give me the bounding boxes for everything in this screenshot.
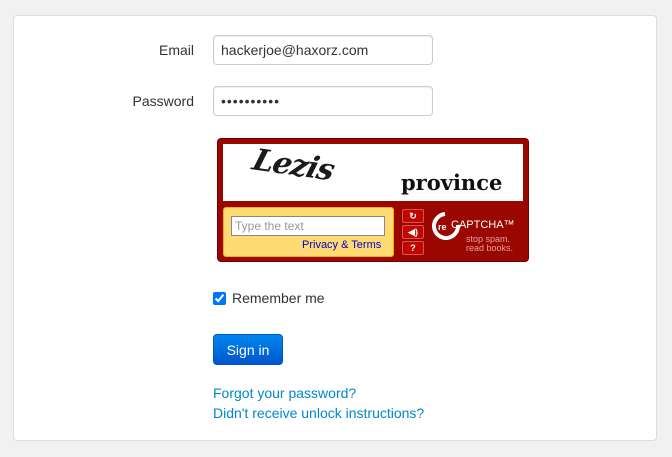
- reload-icon[interactable]: ↻: [402, 209, 424, 223]
- password-label: Password: [132, 93, 194, 109]
- email-field[interactable]: [213, 35, 433, 65]
- captcha-word-plain: province: [401, 170, 503, 195]
- sign-in-button[interactable]: Sign in: [213, 334, 283, 365]
- password-field[interactable]: [213, 86, 433, 116]
- sign-in-card: Email Password Lezis province Privacy & …: [13, 15, 657, 441]
- captcha-word-distorted: Lezis: [248, 144, 338, 189]
- recaptcha-logo-re: re: [438, 222, 447, 232]
- recaptcha-brand: CAPTCHA™: [451, 219, 515, 231]
- remember-me-label: Remember me: [232, 290, 325, 306]
- captcha-answer-box: Privacy & Terms: [223, 207, 394, 257]
- unlock-instructions-link[interactable]: Didn't receive unlock instructions?: [213, 405, 424, 421]
- help-icon[interactable]: ?: [402, 241, 424, 255]
- recaptcha-tagline-line2: read books.: [466, 243, 514, 253]
- captcha-privacy-link[interactable]: Privacy & Terms: [302, 239, 381, 251]
- recaptcha-tagline: stop spam. read books.: [466, 235, 513, 253]
- email-label: Email: [158, 42, 194, 58]
- forgot-password-link[interactable]: Forgot your password?: [213, 385, 356, 401]
- recaptcha-widget: Lezis province Privacy & Terms ↻ ◀) ? re…: [217, 138, 529, 262]
- captcha-image: Lezis province: [223, 144, 523, 201]
- remember-me[interactable]: Remember me: [213, 290, 325, 306]
- captcha-input[interactable]: [231, 216, 385, 236]
- audio-icon[interactable]: ◀): [402, 225, 424, 239]
- remember-me-checkbox[interactable]: [213, 291, 226, 305]
